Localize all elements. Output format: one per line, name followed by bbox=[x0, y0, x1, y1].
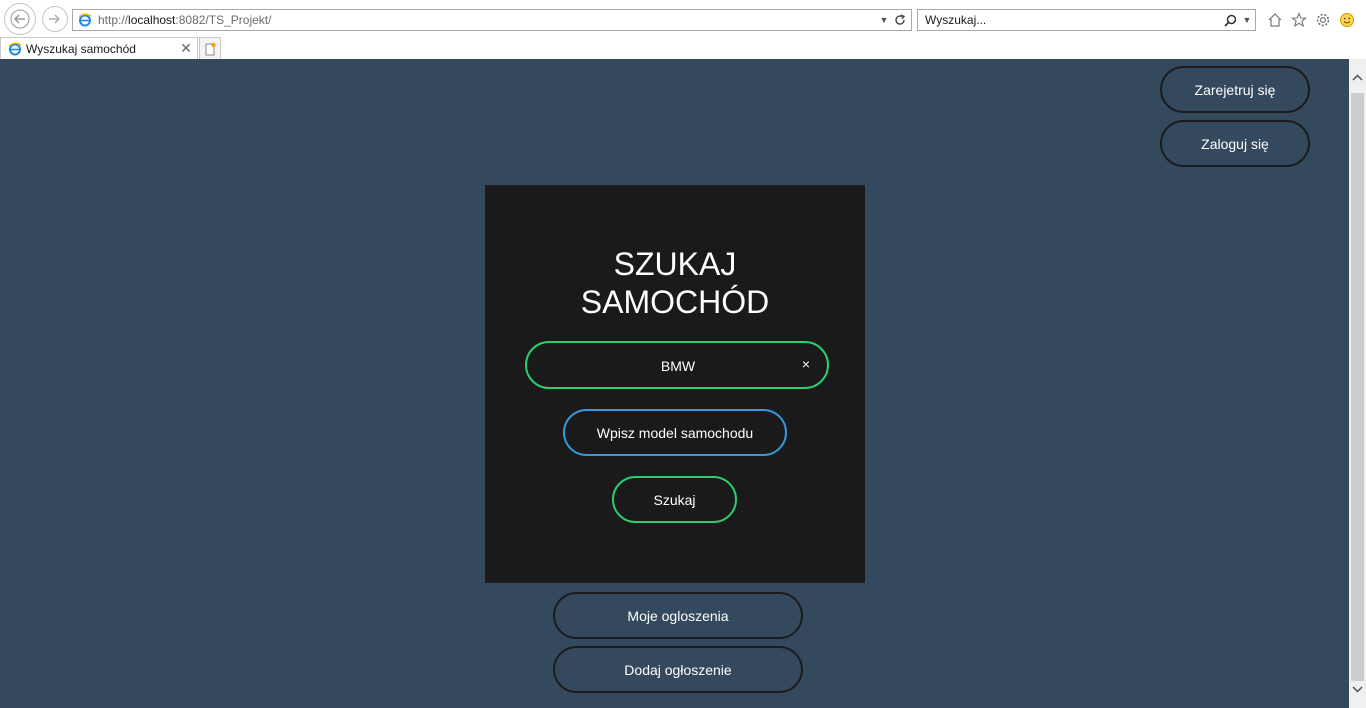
ie-logo-icon bbox=[77, 12, 93, 28]
close-icon[interactable]: ✕ bbox=[178, 40, 194, 57]
back-arrow-icon bbox=[10, 9, 30, 29]
tab-title: Wyszukaj samochód bbox=[26, 41, 136, 56]
smiley-icon[interactable] bbox=[1338, 11, 1356, 29]
address-bar[interactable]: http://localhost:8082/TS_Projekt/ ▼ bbox=[72, 9, 912, 31]
star-icon[interactable] bbox=[1290, 11, 1308, 29]
tab-strip: Wyszukaj samochód ✕ bbox=[0, 37, 1366, 59]
title-line-2: SAMOCHÓD bbox=[580, 284, 770, 320]
back-button[interactable] bbox=[4, 3, 36, 35]
address-url[interactable]: http://localhost:8082/TS_Projekt/ bbox=[98, 13, 877, 27]
refresh-icon[interactable] bbox=[891, 10, 909, 30]
browser-chrome: http://localhost:8082/TS_Projekt/ ▼ ▼ bbox=[0, 0, 1366, 59]
add-ad-button[interactable]: Dodaj ogłoszenie bbox=[553, 646, 803, 693]
page-title: SZUKAJ SAMOCHÓD bbox=[485, 245, 865, 321]
search-button[interactable]: Szukaj bbox=[612, 476, 737, 523]
new-tab-button[interactable] bbox=[199, 37, 221, 59]
login-button[interactable]: Zaloguj się bbox=[1160, 120, 1310, 167]
magnifier-icon[interactable] bbox=[1219, 10, 1241, 30]
home-icon[interactable] bbox=[1266, 11, 1284, 29]
forward-button[interactable] bbox=[42, 6, 68, 32]
browser-search-input[interactable] bbox=[918, 12, 1219, 28]
chevron-up-icon[interactable] bbox=[1349, 69, 1366, 86]
search-panel: SZUKAJ SAMOCHÓD × Wpisz model samochodu … bbox=[485, 185, 865, 583]
vertical-scrollbar[interactable] bbox=[1349, 59, 1366, 708]
chevron-down-icon[interactable]: ▼ bbox=[877, 10, 891, 30]
page-viewport: Zarejetruj się Zaloguj się SZUKAJ SAMOCH… bbox=[0, 59, 1349, 708]
new-tab-icon bbox=[205, 42, 216, 55]
ie-logo-icon bbox=[7, 41, 23, 57]
close-icon[interactable]: × bbox=[797, 355, 815, 373]
browser-search-box[interactable]: ▼ bbox=[917, 9, 1256, 31]
title-line-1: SZUKAJ bbox=[613, 246, 737, 282]
scrollbar-thumb[interactable] bbox=[1351, 93, 1364, 681]
brand-input[interactable] bbox=[547, 343, 809, 389]
chevron-down-icon[interactable] bbox=[1349, 681, 1366, 698]
browser-toolbar bbox=[1266, 9, 1356, 31]
register-button[interactable]: Zarejetruj się bbox=[1160, 66, 1310, 113]
forward-arrow-icon bbox=[49, 14, 61, 24]
tab-active[interactable]: Wyszukaj samochód ✕ bbox=[0, 37, 198, 59]
gear-icon[interactable] bbox=[1314, 11, 1332, 29]
model-input-button[interactable]: Wpisz model samochodu bbox=[563, 409, 787, 456]
brand-search-field: × bbox=[525, 341, 829, 389]
chevron-down-icon[interactable]: ▼ bbox=[1241, 15, 1253, 25]
my-ads-button[interactable]: Moje ogloszenia bbox=[553, 592, 803, 639]
